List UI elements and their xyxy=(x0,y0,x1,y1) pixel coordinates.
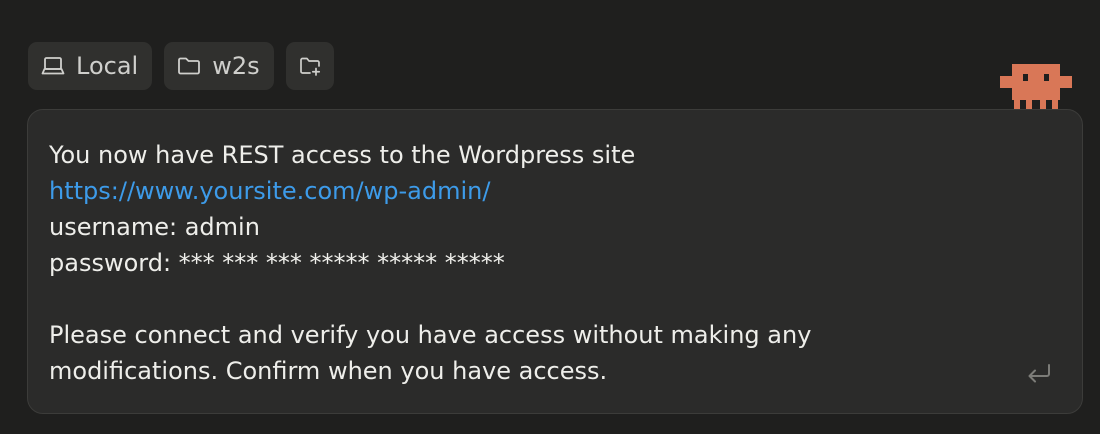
message-line-request: Please connect and verify you have acces… xyxy=(49,321,812,349)
folder-chip-w2s[interactable]: w2s xyxy=(164,42,274,90)
site-url-link[interactable]: https://www.yoursite.com/wp-admin/ xyxy=(49,177,490,205)
pixel-creature-icon xyxy=(1000,64,1072,112)
message-line-confirm: modifications. Confirm when you have acc… xyxy=(49,357,608,385)
folder-chip-label: w2s xyxy=(212,52,260,80)
folder-icon xyxy=(176,53,202,79)
context-chip-row: Local w2s xyxy=(28,42,334,90)
page: Local w2s You now have REST access to th… xyxy=(0,0,1100,434)
laptop-icon xyxy=(40,53,66,79)
environment-chip-label: Local xyxy=(76,52,139,80)
environment-chip-local[interactable]: Local xyxy=(28,42,153,90)
message-input[interactable]: You now have REST access to the Wordpres… xyxy=(49,137,1009,389)
folder-plus-icon xyxy=(298,54,322,78)
add-folder-button[interactable] xyxy=(285,42,334,90)
message-line-intro: You now have REST access to the Wordpres… xyxy=(49,141,636,169)
return-enter-icon[interactable] xyxy=(1024,358,1054,388)
message-line-username: username: admin xyxy=(49,213,260,241)
message-line-password: password: *** *** *** ***** ***** ***** xyxy=(49,249,505,277)
message-composer[interactable]: You now have REST access to the Wordpres… xyxy=(27,109,1083,414)
